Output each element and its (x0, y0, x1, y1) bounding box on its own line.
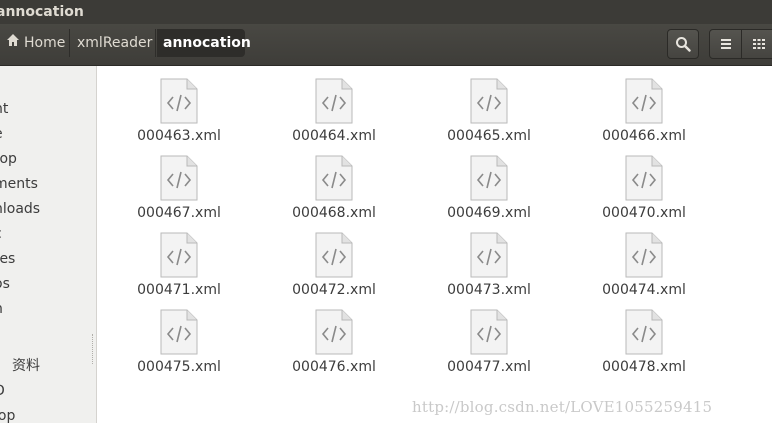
xml-file-icon (470, 309, 508, 355)
sidebar-item[interactable]: nloads (0, 200, 40, 218)
grid-view-icon (752, 39, 765, 49)
file-name: 000477.xml (447, 359, 531, 375)
file-item[interactable]: 000467.xml (124, 149, 234, 221)
xml-file-icon (160, 155, 198, 201)
file-item[interactable]: 000476.xml (279, 303, 389, 375)
xml-file-icon (315, 78, 353, 124)
file-item[interactable]: 000474.xml (589, 226, 699, 298)
breadcrumb-item-xmlreader[interactable]: xmlReader (71, 29, 156, 57)
file-item[interactable]: 000463.xml (124, 72, 234, 144)
xml-file-icon (625, 78, 663, 124)
file-name: 000467.xml (137, 205, 221, 221)
sidebar-item[interactable]: c (0, 225, 2, 243)
sidebar-item[interactable]: ments (0, 175, 38, 193)
xml-file-icon (625, 232, 663, 278)
breadcrumb-item-label: xmlReader (77, 35, 153, 51)
breadcrumb-home-label: Home (24, 35, 66, 51)
file-item[interactable]: 000472.xml (279, 226, 389, 298)
breadcrumb-item-annocation[interactable]: annocation (157, 29, 251, 57)
xml-file-icon (315, 155, 353, 201)
file-item[interactable]: 000477.xml (434, 303, 544, 375)
header-bar: Home xmlReader annocation (0, 24, 772, 66)
xml-file-icon (160, 309, 198, 355)
file-item[interactable]: 000471.xml (124, 226, 234, 298)
sidebar-resize-handle[interactable] (92, 334, 96, 364)
file-name: 000476.xml (292, 359, 376, 375)
sidebar-item[interactable]: res (0, 250, 15, 268)
sidebar-item[interactable]: D (0, 382, 5, 400)
xml-file-icon (625, 309, 663, 355)
file-name: 000468.xml (292, 205, 376, 221)
file-name: 000464.xml (292, 128, 376, 144)
breadcrumb-item-label: annocation (163, 35, 251, 51)
file-name: 000472.xml (292, 282, 376, 298)
xml-file-icon (160, 78, 198, 124)
file-item[interactable]: 000478.xml (589, 303, 699, 375)
watermark-text: http://blog.csdn.net/LOVE1055259415 (412, 398, 713, 416)
home-icon (6, 29, 20, 57)
xml-file-icon (315, 309, 353, 355)
sidebar-item[interactable]: top (0, 150, 17, 168)
sidebar-item[interactable]: 资料 (12, 357, 40, 375)
xml-file-icon (470, 232, 508, 278)
breadcrumb-home[interactable]: Home (0, 29, 70, 57)
file-name: 000465.xml (447, 128, 531, 144)
file-item[interactable]: 000473.xml (434, 226, 544, 298)
file-name: 000475.xml (137, 359, 221, 375)
sidebar-item[interactable]: os (0, 275, 10, 293)
window-title: annocation (0, 4, 84, 20)
file-name: 000463.xml (137, 128, 221, 144)
window-titlebar: annocation (0, 0, 772, 24)
xml-file-icon (160, 232, 198, 278)
xml-file-icon (625, 155, 663, 201)
file-name: 000478.xml (602, 359, 686, 375)
sidebar-item[interactable]: n (0, 300, 3, 318)
sidebar-item[interactable]: lop (0, 407, 15, 423)
sidebar-item[interactable]: e (0, 125, 3, 143)
file-name: 000471.xml (137, 282, 221, 298)
list-view-icon (720, 39, 731, 49)
file-name: 000474.xml (602, 282, 686, 298)
file-item[interactable]: 000468.xml (279, 149, 389, 221)
file-name: 000470.xml (602, 205, 686, 221)
places-sidebar: nt e top ments nloads c res os n 资料 D lo… (0, 66, 97, 423)
file-item[interactable]: 000475.xml (124, 303, 234, 375)
search-button[interactable] (667, 29, 699, 59)
file-item[interactable]: 000469.xml (434, 149, 544, 221)
xml-file-icon (470, 78, 508, 124)
sidebar-item[interactable]: nt (0, 100, 8, 118)
xml-file-icon (315, 232, 353, 278)
file-item[interactable]: 000464.xml (279, 72, 389, 144)
file-grid: 000463.xml 000464.xml 000465.xml 000466.… (97, 66, 772, 423)
file-name: 000469.xml (447, 205, 531, 221)
file-name: 000466.xml (602, 128, 686, 144)
file-item[interactable]: 000470.xml (589, 149, 699, 221)
grid-view-button[interactable] (742, 29, 772, 59)
file-item[interactable]: 000465.xml (434, 72, 544, 144)
xml-file-icon (470, 155, 508, 201)
list-view-button[interactable] (709, 29, 742, 59)
file-name: 000473.xml (447, 282, 531, 298)
search-icon (676, 37, 691, 52)
file-item[interactable]: 000466.xml (589, 72, 699, 144)
